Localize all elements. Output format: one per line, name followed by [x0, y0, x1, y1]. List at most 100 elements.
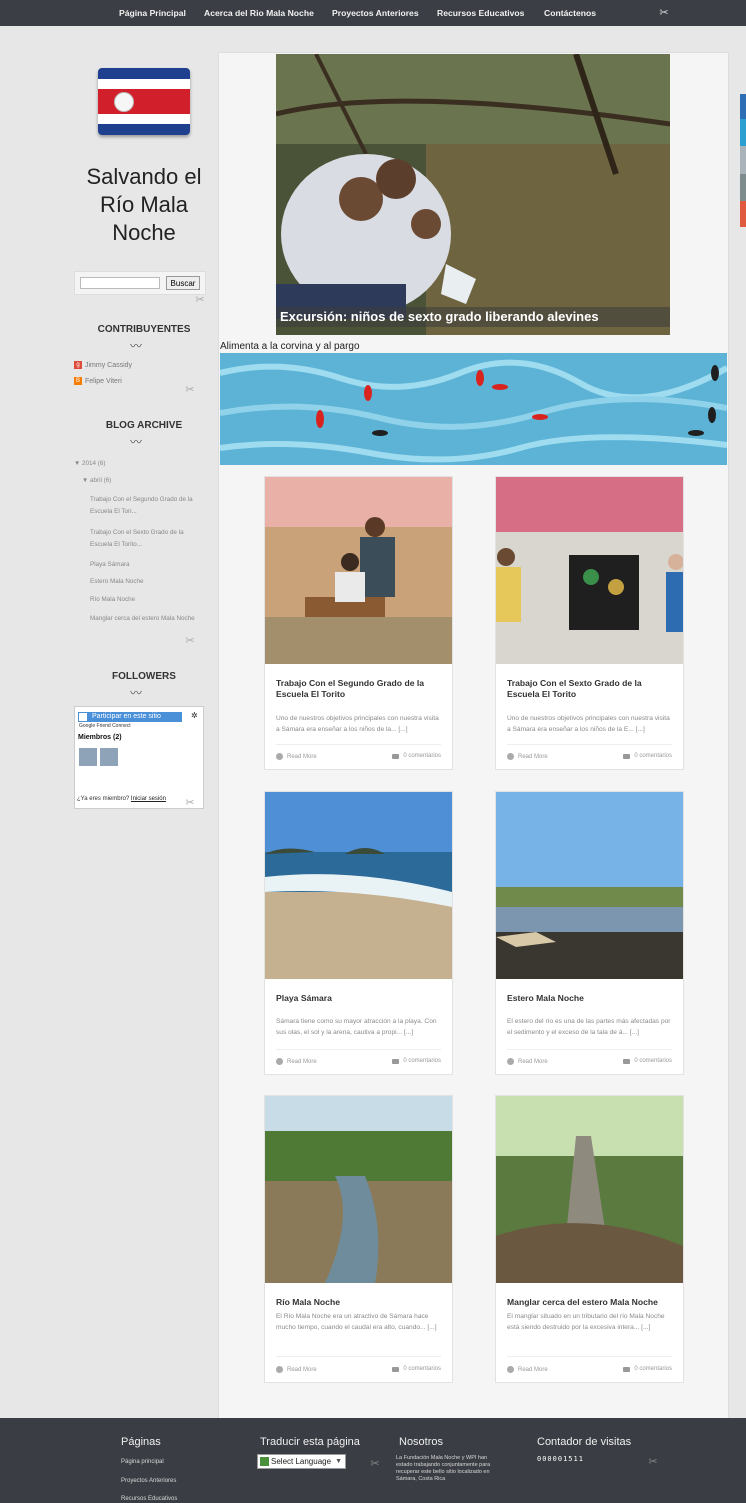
google-plus-icon: g	[74, 361, 82, 369]
fish-feeding-banner[interactable]	[220, 353, 727, 465]
archive-heading: BLOG ARCHIVE	[105, 420, 183, 431]
social-share-2[interactable]	[740, 119, 746, 146]
archive-month-toggle[interactable]: ▼ abril (6)	[82, 477, 111, 484]
read-more-link[interactable]: Read More	[507, 753, 548, 760]
footer-counter-heading: Contador de visitas	[537, 1436, 632, 1448]
post-thumbnail[interactable]	[265, 792, 452, 979]
search-input[interactable]	[80, 277, 160, 289]
footer-link[interactable]: Proyectos Anteriores	[121, 1478, 176, 1484]
post-title[interactable]: Manglar cerca del estero Mala Noche	[507, 1297, 672, 1308]
gfc-label: Google Friend Connect	[79, 723, 131, 729]
hero-caption: Excursión: niños de sexto grado liberand…	[276, 307, 670, 327]
post-card[interactable]: Estero Mala Noche El estero del río es u…	[495, 791, 684, 1075]
post-title[interactable]: Trabajo Con el Segundo Grado de la Escue…	[276, 678, 441, 700]
member-avatar[interactable]	[79, 748, 97, 766]
gear-icon[interactable]: ✲	[191, 711, 198, 720]
language-select[interactable]: Select Language ▼	[257, 1454, 346, 1469]
search-button[interactable]: Buscar	[166, 276, 200, 290]
squiggle-divider-icon: 〰	[130, 339, 143, 353]
visit-counter: 000001511	[537, 1455, 584, 1463]
top-navbar: Página Principal Acerca del Rio Mala Noc…	[0, 0, 746, 26]
comment-icon	[623, 753, 631, 759]
wrench-icon[interactable]: ✂	[658, 7, 670, 19]
post-card[interactable]: Río Mala Noche El Río Mala Noche era un …	[264, 1095, 453, 1383]
footer-link[interactable]: Recursos Educativos	[121, 1496, 177, 1502]
post-title[interactable]: Estero Mala Noche	[507, 993, 672, 1004]
social-share-4[interactable]	[740, 174, 746, 201]
post-excerpt: El estero del río es una de las partes m…	[507, 1018, 671, 1036]
footer-translate-heading: Traducir esta página	[260, 1436, 360, 1448]
archive-post-link[interactable]: Trabajo Con el Segundo Grado de la Escue…	[90, 494, 200, 518]
nav-acerca-del-rio[interactable]: Acerca del Rio Mala Noche	[204, 8, 314, 18]
comment-icon	[623, 1366, 631, 1372]
post-title[interactable]: Río Mala Noche	[276, 1297, 441, 1308]
wrench-icon[interactable]: ✂	[369, 1458, 381, 1470]
post-excerpt: El Río Mala Noche era un atractivo de Sá…	[276, 1313, 437, 1331]
post-card[interactable]: Trabajo Con el Segundo Grado de la Escue…	[264, 476, 453, 770]
followers-heading: FOLLOWERS	[112, 671, 176, 682]
nav-recursos-educativos[interactable]: Recursos Educativos	[437, 8, 524, 18]
post-thumbnail[interactable]	[496, 792, 683, 979]
post-card[interactable]: Trabajo Con el Sexto Grado de la Escuela…	[495, 476, 684, 770]
read-more-link[interactable]: Read More	[276, 1366, 317, 1373]
comment-icon	[623, 1058, 631, 1064]
archive-post-link[interactable]: Río Mala Noche	[90, 596, 135, 603]
comments-link[interactable]: 0 comentarios	[623, 1366, 672, 1372]
nav-pagina-principal[interactable]: Página Principal	[119, 8, 186, 18]
wrench-icon[interactable]: ✂	[184, 384, 196, 396]
member-avatar[interactable]	[100, 748, 118, 766]
post-thumbnail[interactable]	[496, 477, 683, 664]
comments-link[interactable]: 0 comentarios	[392, 753, 441, 759]
squiggle-divider-icon: 〰	[130, 435, 143, 449]
squiggle-divider-icon: 〰	[130, 686, 143, 700]
post-title[interactable]: Trabajo Con el Sexto Grado de la Escuela…	[507, 678, 672, 700]
archive-post-link[interactable]: Trabajo Con el Sexto Grado de la Escuela…	[90, 527, 200, 551]
blogger-icon: B	[74, 377, 82, 385]
footer-pages-heading: Páginas	[121, 1436, 161, 1448]
archive-post-link[interactable]: Playa Sámara	[90, 561, 130, 568]
wrench-icon[interactable]: ✂	[184, 635, 196, 647]
read-more-icon	[507, 753, 514, 760]
contributor-jimmy[interactable]: g Jimmy Cassidy	[74, 361, 132, 369]
wrench-icon[interactable]: ✂	[647, 1456, 659, 1468]
post-excerpt: Sámara tiene como su mayor atracción a l…	[276, 1018, 437, 1036]
comments-link[interactable]: 0 comentarios	[623, 753, 672, 759]
comments-link[interactable]: 0 comentarios	[392, 1366, 441, 1372]
google-translate-icon	[260, 1457, 269, 1466]
post-card[interactable]: Playa Sámara Sámara tiene como su mayor …	[264, 791, 453, 1075]
post-excerpt: El manglar situado en un tributario del …	[507, 1313, 665, 1331]
post-thumbnail[interactable]	[496, 1096, 683, 1283]
read-more-link[interactable]: Read More	[507, 1058, 548, 1065]
social-share-5[interactable]	[740, 201, 746, 227]
footer-link[interactable]: Página principal	[121, 1459, 164, 1465]
comment-icon	[392, 1058, 400, 1064]
comments-link[interactable]: 0 comentarios	[623, 1058, 672, 1064]
post-thumbnail[interactable]	[265, 1096, 452, 1283]
chevron-down-icon: ▼	[335, 1458, 342, 1465]
archive-year-toggle[interactable]: ▼ 2014 (6)	[74, 460, 105, 467]
join-site-button[interactable]: Participar en este sitio	[78, 712, 182, 722]
nav-contactenos[interactable]: Contáctenos	[544, 8, 596, 18]
read-more-link[interactable]: Read More	[276, 753, 317, 760]
wrench-icon[interactable]: ✂	[184, 797, 196, 809]
read-more-link[interactable]: Read More	[507, 1366, 548, 1373]
social-share-1[interactable]	[740, 94, 746, 119]
read-more-link[interactable]: Read More	[276, 1058, 317, 1065]
read-more-icon	[276, 1058, 283, 1065]
comments-link[interactable]: 0 comentarios	[392, 1058, 441, 1064]
post-thumbnail[interactable]	[265, 477, 452, 664]
post-excerpt: Uno de nuestros objetivos principales co…	[507, 715, 670, 733]
social-share-3[interactable]	[740, 146, 746, 174]
nav-proyectos-anteriores[interactable]: Proyectos Anteriores	[332, 8, 419, 18]
coat-of-arms-icon	[114, 92, 134, 112]
read-more-icon	[276, 1366, 283, 1373]
archive-post-link[interactable]: Manglar cerca del estero Mala Noche	[90, 613, 200, 625]
contributor-felipe[interactable]: B Felipe Viteri	[74, 377, 122, 385]
hero-slider[interactable]: Excursión: niños de sexto grado liberand…	[276, 54, 670, 335]
post-card[interactable]: Manglar cerca del estero Mala Noche El m…	[495, 1095, 684, 1383]
archive-post-link[interactable]: Estero Mala Noche	[90, 578, 144, 585]
signin-link[interactable]: Iniciar sesión	[131, 796, 166, 802]
costa-rica-flag	[98, 68, 190, 135]
post-title[interactable]: Playa Sámara	[276, 993, 441, 1004]
wrench-icon[interactable]: ✂	[194, 294, 206, 306]
